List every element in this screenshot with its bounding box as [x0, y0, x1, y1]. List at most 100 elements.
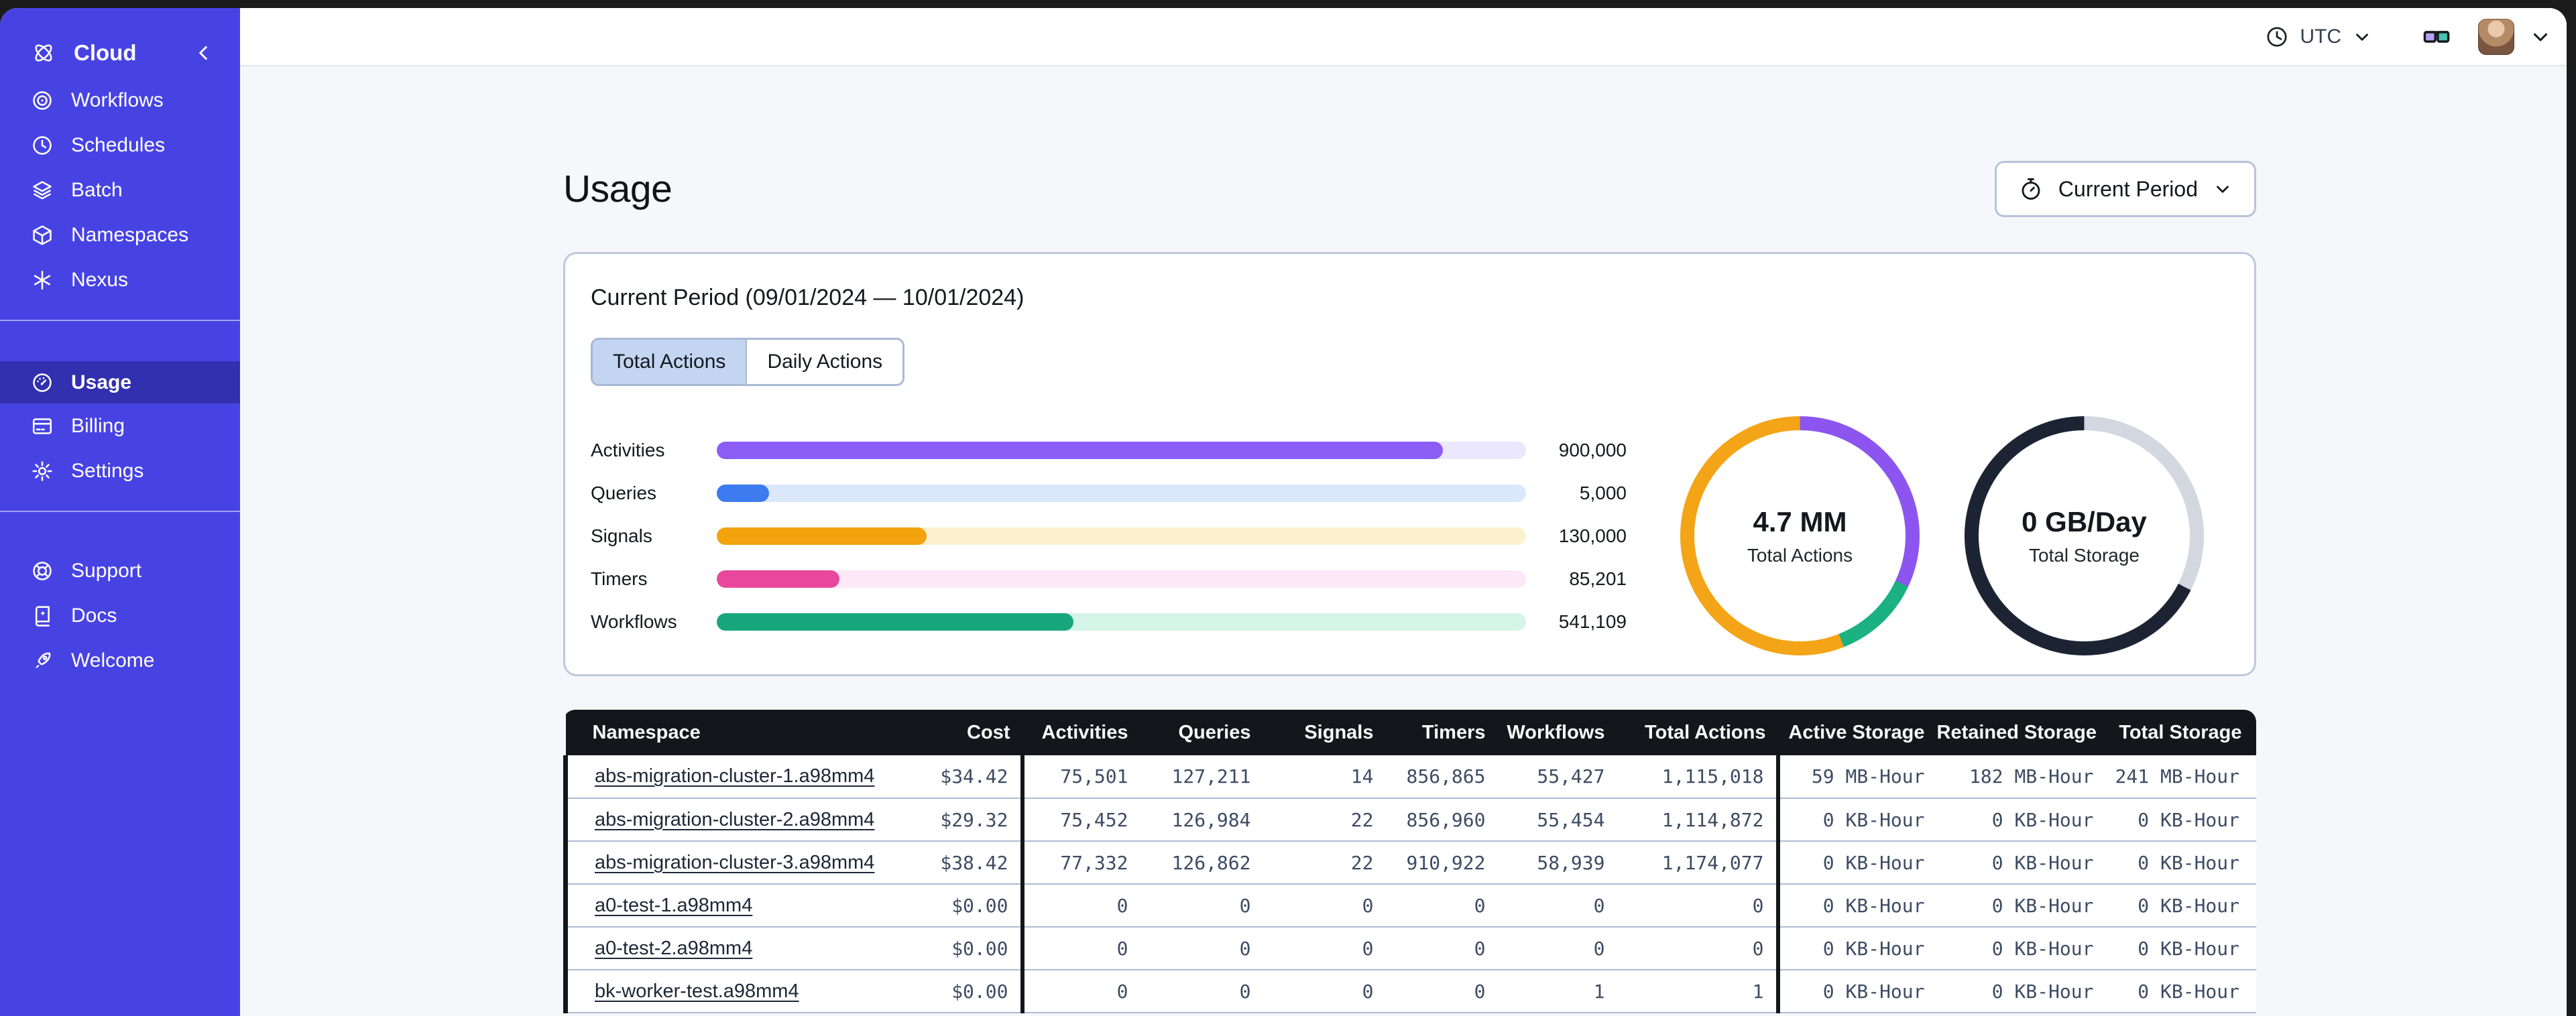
cell-queries: 0 — [1140, 927, 1263, 970]
namespace-link[interactable]: a0-test-2.a98mm4 — [595, 938, 752, 959]
cell-active-storage: 0 KB-Hour — [1777, 970, 1937, 1013]
table-row: bk-worker-test.a98mm4 $0.00 0 0 0 0 1 1 … — [563, 970, 2256, 1013]
donut-label: Total Storage — [2029, 544, 2140, 566]
table-row: abs-migration-cluster-3.a98mm4 $38.42 77… — [563, 841, 2256, 885]
bar-value: 5,000 — [1579, 483, 1627, 503]
sidebar-item-label: Nexus — [71, 268, 129, 291]
total-storage-donut-chart: 0 GB/Day Total Storage — [1965, 416, 2204, 655]
sidebar-item-label: Usage — [71, 371, 132, 393]
donut-center: 0 GB/Day Total Storage — [1979, 430, 2190, 641]
period-selector-label: Current Period — [2058, 176, 2198, 201]
column-header-namespace: Namespace — [565, 710, 871, 755]
sidebar-item-label: Batch — [71, 178, 123, 201]
timezone-label: UTC — [2300, 25, 2341, 48]
column-header-retained-storage: Retained Storage — [1936, 710, 2106, 755]
sidebar-item-usage[interactable]: Usage — [0, 361, 240, 403]
bar-value: 900,000 — [1558, 440, 1627, 460]
table-header-row: Namespace Cost Activities Queries Signal… — [565, 710, 2256, 755]
cell-retained-storage: 0 KB-Hour — [1936, 841, 2106, 885]
column-header-activities: Activities — [1022, 710, 1140, 755]
cell-total-actions: 0 — [1617, 884, 1780, 928]
column-header-signals: Signals — [1263, 710, 1386, 755]
cell-workflows: 55,427 — [1497, 755, 1617, 799]
schedules-icon — [31, 134, 54, 157]
cell-total-actions: 0 — [1617, 927, 1780, 970]
bar-track — [717, 442, 1526, 459]
bar-fill — [717, 442, 1443, 459]
bar-value: 541,109 — [1558, 611, 1627, 632]
tab-total-actions[interactable]: Total Actions — [593, 340, 746, 384]
bar-fill — [717, 570, 840, 588]
column-header-total-storage: Total Storage — [2105, 710, 2256, 755]
workflows-icon — [31, 89, 54, 112]
sidebar-item-batch[interactable]: Batch — [0, 168, 240, 212]
user-menu-chevron-icon[interactable] — [2529, 25, 2552, 48]
namespace-link[interactable]: abs-migration-cluster-1.a98mm4 — [595, 765, 874, 787]
sidebar-item-welcome[interactable]: Welcome — [0, 638, 240, 683]
cell-retained-storage: 0 KB-Hour — [1936, 798, 2106, 842]
cell-timers: 856,865 — [1385, 755, 1498, 799]
cell-cost: $34.42 — [870, 755, 1024, 799]
total-actions-donut-chart: 4.7 MM Total Actions — [1680, 416, 1920, 655]
sidebar-item-workflows[interactable]: Workflows — [0, 78, 240, 123]
column-header-timers: Timers — [1385, 710, 1498, 755]
bar-track — [717, 485, 1526, 502]
cell-cost: $0.00 — [870, 970, 1024, 1013]
table-row: abs-migration-cluster-2.a98mm4 $29.32 75… — [563, 798, 2256, 842]
temporal-cloud-logo-icon — [31, 40, 56, 66]
cell-activities: 0 — [1022, 884, 1140, 928]
cell-workflows: 0 — [1497, 884, 1617, 928]
bar-track — [717, 570, 1526, 588]
content-area: Usage Current Period Current Period (09/… — [240, 66, 2567, 1016]
sidebar-item-label: Docs — [71, 604, 117, 627]
bar-fill — [717, 613, 1074, 631]
sidebar-item-namespaces[interactable]: Namespaces — [0, 212, 240, 257]
cell-signals: 0 — [1263, 884, 1386, 928]
sidebar-item-docs[interactable]: Docs — [0, 593, 240, 638]
cell-queries: 127,211 — [1140, 755, 1263, 799]
bar-activities: Activities 900,000 — [591, 429, 1627, 472]
user-avatar[interactable] — [2478, 18, 2514, 55]
bar-value: 130,000 — [1558, 525, 1627, 546]
sidebar-item-label: Welcome — [71, 649, 155, 672]
cell-active-storage: 0 KB-Hour — [1777, 884, 1937, 928]
column-header-active-storage: Active Storage — [1777, 710, 1937, 755]
sidebar-item-settings[interactable]: Settings — [0, 448, 240, 493]
namespace-link[interactable]: abs-migration-cluster-2.a98mm4 — [595, 809, 874, 830]
sidebar-item-schedules[interactable]: Schedules — [0, 123, 240, 168]
cell-total-actions: 1,115,018 — [1617, 755, 1780, 799]
labs-glasses-icon[interactable] — [2422, 22, 2451, 52]
sidebar-item-support[interactable]: Support — [0, 548, 240, 593]
cell-active-storage: 0 KB-Hour — [1777, 841, 1937, 885]
namespace-usage-table: Namespace Cost Activities Queries Signal… — [563, 710, 2256, 1013]
actions-tab-group: Total Actions Daily Actions — [591, 338, 905, 386]
usage-summary-card: Current Period (09/01/2024 — 10/01/2024)… — [563, 252, 2256, 676]
page-header: Usage Current Period — [563, 161, 2256, 217]
namespace-link[interactable]: bk-worker-test.a98mm4 — [595, 980, 799, 1002]
tab-daily-actions[interactable]: Daily Actions — [746, 340, 903, 384]
cell-cost: $0.00 — [870, 884, 1024, 928]
cell-timers: 0 — [1385, 970, 1498, 1013]
sidebar-collapse-icon[interactable] — [193, 42, 215, 64]
cell-workflows: 0 — [1497, 927, 1617, 970]
namespace-link[interactable]: abs-migration-cluster-3.a98mm4 — [595, 852, 874, 873]
namespace-link[interactable]: a0-test-1.a98mm4 — [595, 895, 752, 916]
bar-track — [717, 613, 1526, 631]
cell-queries: 0 — [1140, 884, 1263, 928]
sidebar-item-billing[interactable]: Billing — [0, 403, 240, 448]
sidebar-item-nexus[interactable]: Nexus — [0, 257, 240, 302]
topbar: UTC — [240, 8, 2567, 66]
chevron-down-icon — [2213, 179, 2233, 199]
table-row: a0-test-1.a98mm4 $0.00 0 0 0 0 0 0 0 KB-… — [563, 884, 2256, 928]
nexus-asterisk-icon — [31, 269, 54, 292]
cell-total-storage: 0 KB-Hour — [2105, 927, 2256, 970]
donut-center: 4.7 MM Total Actions — [1694, 430, 1906, 641]
timezone-selector[interactable]: UTC — [2265, 25, 2372, 49]
cell-activities: 75,501 — [1022, 755, 1140, 799]
cell-workflows: 58,939 — [1497, 841, 1617, 885]
period-selector-button[interactable]: Current Period — [1994, 161, 2256, 217]
sidebar-header-label: Cloud — [74, 40, 137, 65]
column-header-total-actions: Total Actions — [1617, 710, 1778, 755]
page-title: Usage — [563, 168, 672, 210]
cell-queries: 0 — [1140, 970, 1263, 1013]
